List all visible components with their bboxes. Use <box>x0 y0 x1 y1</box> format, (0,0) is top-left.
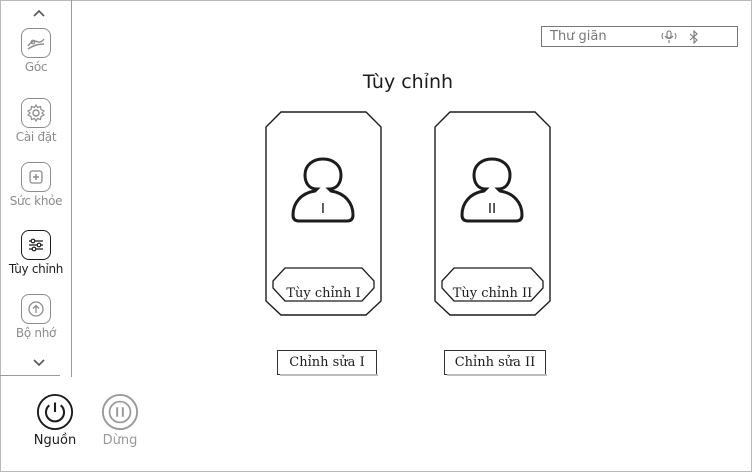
card-label: Tùy chỉnh II <box>452 286 533 301</box>
gear-icon <box>21 98 51 128</box>
chevron-up-icon <box>33 9 45 17</box>
pause-label: Dừng <box>102 433 138 448</box>
bluetooth-icon <box>688 29 700 44</box>
scroll-down-button[interactable] <box>24 356 54 374</box>
status-bar: Thư giãn <box>541 26 738 47</box>
power-label: Nguồn <box>33 433 77 448</box>
sidebar-item-health[interactable]: Sức khỏe <box>0 162 72 208</box>
chevron-down-icon <box>33 359 45 367</box>
voice-icon <box>660 29 678 44</box>
recline-icon <box>21 28 51 58</box>
profile-glyph: I <box>321 200 325 217</box>
edit-button-label: Chỉnh sửa I <box>289 355 365 370</box>
sidebar-item-label: Bộ nhớ <box>15 326 57 340</box>
edit-button-label: Chỉnh sửa II <box>454 355 536 370</box>
sidebar-item-label: Cài đặt <box>15 130 57 144</box>
sidebar-item-label: Tùy chỉnh <box>8 262 64 276</box>
page-title: Tùy chỉnh <box>362 71 454 93</box>
edit-profile-1-button[interactable]: Chỉnh sửa I <box>277 350 378 376</box>
edit-profile-2-button[interactable]: Chỉnh sửa II <box>444 350 547 376</box>
custom-profile-card-1[interactable]: I Tùy chỉnh I <box>265 111 382 316</box>
sidebar-item-label: Sức khỏe <box>9 194 63 208</box>
custom-profile-card-2[interactable]: II Tùy chỉnh II <box>434 111 551 316</box>
sliders-icon <box>21 230 51 260</box>
scroll-up-button[interactable] <box>24 6 54 24</box>
sidebar-item-settings[interactable]: Cài đặt <box>0 98 72 144</box>
sidebar-item-custom[interactable]: Tùy chỉnh <box>0 230 72 276</box>
sidebar-item-memory[interactable]: Bộ nhớ <box>0 294 72 340</box>
sidebar-item-angle[interactable]: Góc <box>0 28 72 74</box>
memory-icon <box>21 294 51 324</box>
power-icon <box>36 393 74 431</box>
pause-button[interactable]: Dừng <box>96 393 144 448</box>
card-label: Tùy chỉnh I <box>286 286 361 301</box>
power-button[interactable]: Nguồn <box>31 393 79 448</box>
sidebar-item-label: Góc <box>24 60 48 74</box>
pause-icon <box>101 393 139 431</box>
profile-glyph: II <box>488 200 496 217</box>
mode-label: Thư giãn <box>550 29 607 44</box>
health-plus-icon <box>21 162 51 192</box>
